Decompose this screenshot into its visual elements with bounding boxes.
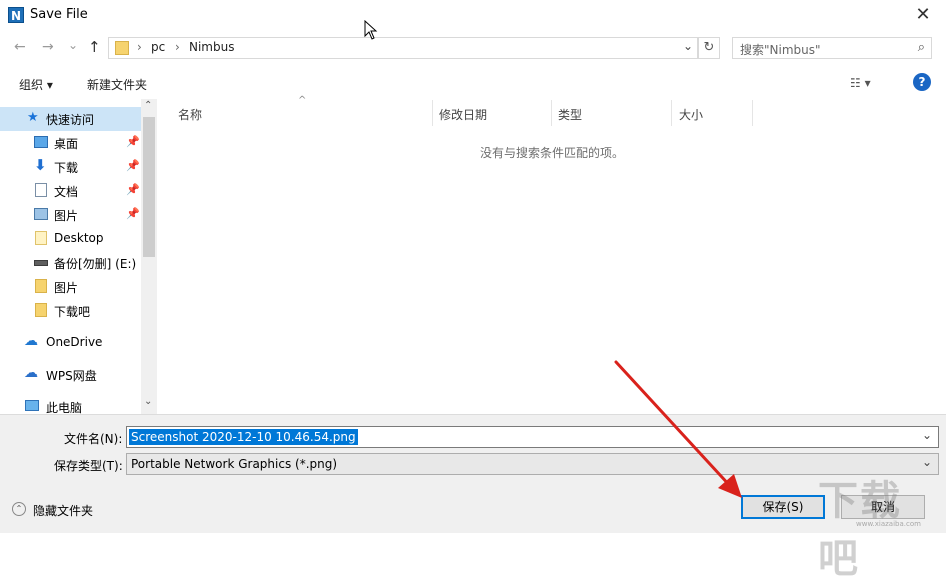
sidebar-item-label: WPS网盘 [46, 369, 97, 383]
toolbar: 组织 ▾ 新建文件夹 ☷ ▾ [0, 68, 946, 98]
star-icon: ★ [27, 110, 39, 125]
scroll-down-icon[interactable]: ⌄ [144, 396, 152, 407]
desktop-icon [34, 136, 48, 148]
pin-icon: 📌 [126, 159, 140, 172]
column-divider[interactable] [551, 100, 552, 126]
filetype-label: 保存类型(T): [54, 459, 123, 473]
pin-icon: 📌 [126, 207, 140, 220]
column-header-size[interactable]: 大小 [679, 106, 703, 132]
address-bar[interactable]: › pc › Nimbus ⌄ [108, 37, 698, 59]
empty-message: 没有与搜索条件匹配的项。 [480, 146, 625, 160]
close-button[interactable]: ✕ [900, 0, 946, 32]
sidebar-item-pictures-folder[interactable]: 图片 [0, 275, 140, 299]
breadcrumb-nimbus[interactable]: Nimbus [189, 40, 234, 54]
sidebar-item-xiazaiba-folder[interactable]: 下载吧 [0, 299, 140, 323]
new-folder-button[interactable]: 新建文件夹 [87, 76, 147, 93]
address-dropdown-icon[interactable]: ⌄ [683, 39, 693, 53]
organize-button[interactable]: 组织 ▾ [19, 76, 53, 93]
chevron-up-icon[interactable]: ⌃ [12, 502, 26, 516]
column-divider[interactable] [752, 100, 753, 126]
breadcrumb-pc[interactable]: pc [151, 40, 165, 54]
computer-icon [25, 400, 39, 411]
search-box[interactable]: 搜索"Nimbus" ⌕ [732, 37, 932, 59]
hide-folders-button[interactable]: 隐藏文件夹 [33, 502, 93, 519]
cloud-icon: ☁ [24, 365, 38, 381]
search-icon[interactable]: ⌕ [918, 40, 925, 55]
column-header-date[interactable]: 修改日期 [439, 106, 487, 132]
sidebar-item-label: 桌面 [54, 137, 79, 151]
download-icon: ⬇ [34, 156, 47, 174]
sidebar-item-label: 下载 [54, 161, 79, 175]
pin-icon: 📌 [126, 135, 140, 148]
sidebar-item-label: 此电脑 [46, 401, 83, 414]
filename-field[interactable]: Screenshot 2020-12-10 10.46.54.png ⌄ [126, 426, 939, 448]
breadcrumb-separator: › [175, 40, 180, 54]
window-title: Save File [30, 7, 88, 22]
sidebar-item-desktop-folder[interactable]: Desktop [0, 227, 140, 251]
column-divider[interactable] [432, 100, 433, 126]
column-header-name[interactable]: 名称 [178, 106, 202, 132]
scrollbar-thumb[interactable] [143, 117, 155, 257]
sidebar-item-wps[interactable]: ☁ WPS网盘 [0, 363, 140, 387]
chevron-down-icon[interactable]: ⌄ [922, 455, 932, 469]
help-icon[interactable]: ? [913, 73, 931, 91]
pin-icon: 📌 [126, 183, 140, 196]
view-options-icon[interactable]: ☷ ▾ [850, 76, 871, 90]
annotation-arrow [614, 360, 742, 498]
watermark-url: www.xiazaiba.com [856, 520, 921, 528]
up-icon[interactable]: ↑ [88, 38, 101, 56]
sidebar-item-label: 备份[勿删] (E:) [54, 257, 137, 271]
chevron-down-icon[interactable]: ⌄ [922, 428, 932, 442]
search-input[interactable]: 搜索"Nimbus" [740, 41, 821, 58]
cursor-icon [364, 20, 378, 40]
sidebar-item-label: 图片 [54, 281, 79, 295]
scroll-up-icon[interactable]: ⌃ [144, 100, 152, 111]
sidebar-item-downloads[interactable]: ⬇ 下载 📌 [0, 155, 140, 179]
sidebar-item-label: OneDrive [46, 335, 103, 349]
forward-icon[interactable]: → [42, 39, 54, 55]
sidebar-item-onedrive[interactable]: ☁ OneDrive [0, 331, 140, 355]
refresh-button[interactable]: ↻ [698, 37, 720, 59]
folder-icon [35, 303, 47, 317]
sidebar-item-label: 文档 [54, 185, 79, 199]
sidebar-item-pictures[interactable]: 图片 📌 [0, 203, 140, 227]
back-icon[interactable]: ← [14, 39, 26, 55]
filetype-value: Portable Network Graphics (*.png) [131, 457, 338, 471]
sidebar-item-this-pc[interactable]: 此电脑 [0, 395, 140, 414]
watermark: 下载吧 www.xiazaiba.com [818, 468, 943, 582]
cloud-icon: ☁ [24, 333, 38, 349]
column-divider[interactable] [671, 100, 672, 126]
app-icon: N [8, 7, 24, 23]
column-header-type[interactable]: 类型 [558, 106, 582, 132]
sidebar-item-desktop[interactable]: 桌面 📌 [0, 131, 140, 155]
sidebar-item-quick-access[interactable]: ★ 快速访问 [0, 107, 141, 131]
sort-indicator-icon: ^ [298, 95, 307, 106]
sidebar-item-label: 快速访问 [46, 113, 95, 127]
document-icon [35, 183, 47, 197]
drive-icon [34, 260, 48, 266]
sidebar-item-label: Desktop [54, 231, 104, 245]
folder-icon [35, 231, 47, 245]
sidebar-item-label: 图片 [54, 209, 79, 223]
recent-locations-icon[interactable]: ⌄ [68, 38, 78, 52]
sidebar-item-drive-e[interactable]: 备份[勿删] (E:) [0, 251, 140, 275]
folder-icon [35, 279, 47, 293]
picture-icon [34, 208, 48, 220]
title-bar: N Save File ✕ [0, 0, 946, 32]
sidebar-item-label: 下载吧 [54, 305, 91, 319]
sidebar-item-documents[interactable]: 文档 📌 [0, 179, 140, 203]
filename-input[interactable]: Screenshot 2020-12-10 10.46.54.png [129, 429, 358, 445]
breadcrumb-separator: › [137, 40, 142, 54]
navigation-pane: ★ 快速访问 桌面 📌 ⬇ 下载 📌 文档 📌 图片 📌 Desktop 备份[… [0, 99, 157, 414]
folder-icon [115, 41, 129, 55]
filename-label: 文件名(N): [64, 432, 123, 446]
